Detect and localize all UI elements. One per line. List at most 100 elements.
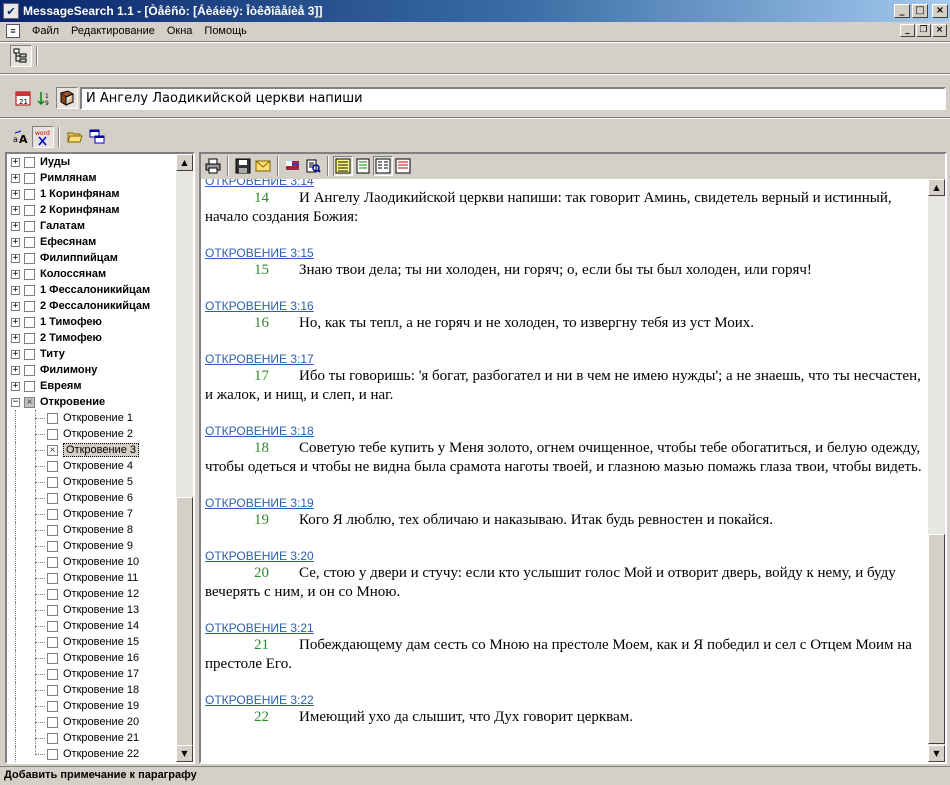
tree-book-item[interactable]: +1 Коринфянам (7, 186, 175, 202)
checkbox[interactable] (24, 268, 35, 280)
checkbox[interactable] (24, 332, 35, 344)
checkbox[interactable] (24, 220, 35, 232)
expand-toggle-icon[interactable]: + (11, 269, 20, 279)
checkbox[interactable] (47, 524, 58, 536)
checkbox[interactable] (24, 364, 35, 376)
expand-toggle-icon[interactable]: + (11, 221, 20, 231)
verse-reference-link[interactable]: ОТКРОВЕНИЕ 3:16 (205, 298, 924, 314)
tree-chapter-item[interactable]: Откровение 11 (7, 570, 175, 586)
checkbox[interactable]: × (24, 396, 35, 408)
tree-chapter-item[interactable]: Откровение 1 (7, 410, 175, 426)
checkbox[interactable] (47, 652, 58, 664)
tree-chapter-item[interactable]: × Откровение 3 (7, 442, 175, 458)
checkbox[interactable] (47, 412, 58, 424)
tree-book-item[interactable]: +1 Фессалоникийцам (7, 282, 175, 298)
tree-chapter-item[interactable]: Откровение 16 (7, 650, 175, 666)
checkbox[interactable] (47, 508, 58, 520)
tree-chapter-item[interactable]: Откровение 12 (7, 586, 175, 602)
reader-scroll-down-button[interactable]: ▼ (928, 745, 945, 762)
app-icon[interactable]: ✔ (3, 3, 19, 19)
search-input[interactable] (80, 87, 946, 110)
expand-toggle-icon[interactable]: + (11, 301, 20, 311)
expand-toggle-icon[interactable]: − (11, 397, 20, 407)
verse-reference-link[interactable]: ОТКРОВЕНИЕ 3:20 (205, 548, 924, 564)
tree-scroll-up-button[interactable]: ▲ (176, 154, 193, 171)
tree-chapter-item[interactable]: Откровение 2 (7, 426, 175, 442)
tree-book-item[interactable]: + Филимону (7, 362, 175, 378)
maximize-button[interactable]: □ (912, 4, 928, 18)
checkbox[interactable] (47, 428, 58, 440)
checkbox[interactable] (24, 252, 35, 264)
checkbox[interactable] (47, 732, 58, 744)
tree-chapter-item[interactable]: Откровение 5 (7, 474, 175, 490)
tree-book-item[interactable]: + Галатам (7, 218, 175, 234)
sort-icon[interactable]: 19 (34, 87, 56, 109)
checkbox[interactable] (47, 684, 58, 696)
checkbox[interactable] (47, 588, 58, 600)
checkbox[interactable] (24, 284, 35, 296)
checkbox[interactable] (24, 300, 35, 312)
verse-reference-link[interactable]: ОТКРОВЕНИЕ 3:17 (205, 351, 924, 367)
checkbox[interactable] (47, 460, 58, 472)
checkbox[interactable] (24, 172, 35, 184)
checkbox[interactable] (24, 188, 35, 200)
reader-scroll-thumb[interactable] (928, 534, 945, 744)
tree-book-item[interactable]: + Евреям (7, 378, 175, 394)
checkbox[interactable] (24, 156, 35, 168)
tree-book-item[interactable]: + Ефесянам (7, 234, 175, 250)
calendar-icon[interactable]: 21 (12, 87, 34, 109)
expand-toggle-icon[interactable]: + (11, 237, 20, 247)
verse-reference-link[interactable]: ОТКРОВЕНИЕ 3:22 (205, 692, 924, 708)
expand-toggle-icon[interactable]: + (11, 333, 20, 343)
tree-book-item[interactable]: + Иуды (7, 154, 175, 170)
tree-book-item[interactable]: +2 Фессалоникийцам (7, 298, 175, 314)
tree-chapter-item[interactable]: Откровение 22 (7, 746, 175, 762)
checkbox[interactable] (47, 556, 58, 568)
tree-chapter-item[interactable]: Откровение 19 (7, 698, 175, 714)
layout-view-icon[interactable] (333, 156, 353, 176)
tree-scroll-down-button[interactable]: ▼ (176, 745, 193, 762)
tree-chapter-item[interactable]: Откровение 17 (7, 666, 175, 682)
menu-help[interactable]: Помощь (198, 25, 253, 37)
verse-reference-link[interactable]: ОТКРОВЕНИЕ 3:21 (205, 620, 924, 636)
verse-reader[interactable]: ОТКРОВЕНИЕ 3:14 14 И Ангелу Лаодикийской ц… (201, 179, 928, 762)
tree-chapter-item[interactable]: Откровение 4 (7, 458, 175, 474)
checkbox[interactable] (24, 316, 35, 328)
child-minimize-button[interactable]: _ (900, 24, 915, 37)
word-export-icon[interactable]: word (32, 126, 54, 148)
close-button[interactable]: × (932, 4, 948, 18)
notes-view-icon[interactable] (353, 156, 373, 176)
print-icon[interactable] (203, 156, 223, 176)
tree-book-item[interactable]: + Титу (7, 346, 175, 362)
tree-chapter-item[interactable]: Откровение 7 (7, 506, 175, 522)
checkbox[interactable] (47, 668, 58, 680)
tree-chapter-item[interactable]: Откровение 13 (7, 602, 175, 618)
child-restore-button[interactable]: ❐ (916, 24, 931, 37)
expand-toggle-icon[interactable]: + (11, 189, 20, 199)
font-size-icon[interactable]: aA (10, 126, 32, 148)
save-icon[interactable] (233, 156, 253, 176)
find-in-text-icon[interactable] (303, 156, 323, 176)
checkbox[interactable] (47, 748, 58, 760)
tree-chapter-item[interactable]: Откровение 18 (7, 682, 175, 698)
minimize-button[interactable]: _ (894, 4, 910, 18)
tree-book-item[interactable]: + Римлянам (7, 170, 175, 186)
checkbox[interactable] (47, 492, 58, 504)
document-icon[interactable]: ≡ (6, 24, 20, 38)
tree-chapter-item[interactable]: Откровение 10 (7, 554, 175, 570)
book-tree[interactable]: + Иуды + Римлянам +1 Коринфянам +2 Коринфянам… (5, 152, 195, 764)
tree-chapter-item[interactable]: Откровение 8 (7, 522, 175, 538)
reader-scroll-up-button[interactable]: ▲ (928, 179, 945, 196)
verse-reference-link[interactable]: ОТКРОВЕНИЕ 3:19 (205, 495, 924, 511)
expand-toggle-icon[interactable]: + (11, 285, 20, 295)
verse-reference-link[interactable]: ОТКРОВЕНИЕ 3:18 (205, 423, 924, 439)
tree-chapter-item[interactable]: Откровение 21 (7, 730, 175, 746)
checkbox[interactable]: × (47, 444, 58, 456)
tree-book-item[interactable]: − × Откровение (7, 394, 175, 410)
expand-toggle-icon[interactable]: + (11, 173, 20, 183)
checkbox[interactable] (24, 380, 35, 392)
expand-toggle-icon[interactable]: + (11, 349, 20, 359)
expand-toggle-icon[interactable]: + (11, 317, 20, 327)
menu-windows[interactable]: Окна (161, 25, 199, 37)
checkbox[interactable] (47, 620, 58, 632)
